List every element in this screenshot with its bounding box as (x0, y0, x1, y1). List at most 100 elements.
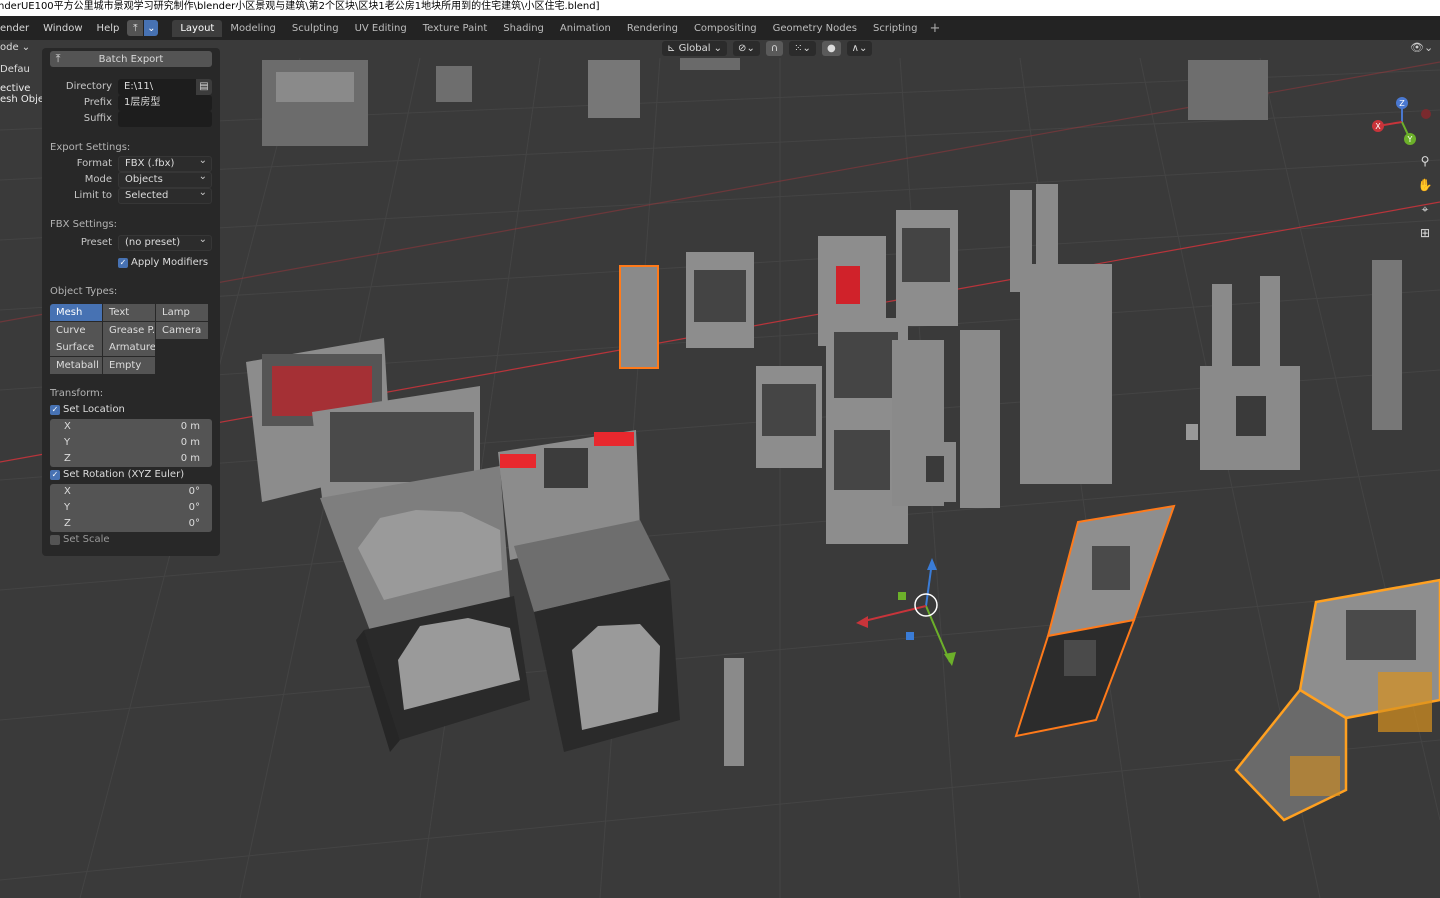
tab-geometry-nodes[interactable]: Geometry Nodes (765, 20, 865, 37)
tab-rendering[interactable]: Rendering (619, 20, 686, 37)
object-types-label: Object Types: (50, 286, 118, 297)
menu-help[interactable]: Help (97, 23, 120, 34)
set-rotation-checkbox[interactable]: ✓ Set Rotation (XYZ Euler) (50, 469, 184, 480)
falloff-dropdown[interactable]: ∧ ⌄ (846, 41, 873, 56)
pivot-point-button[interactable]: ⊘ ⌄ (733, 41, 760, 56)
mode-selector[interactable]: ode ⌄ (0, 42, 30, 53)
tab-layout[interactable]: Layout (172, 19, 223, 37)
snap-toggle[interactable]: ∩ (765, 41, 784, 56)
limit-row: Limit to Selected (50, 188, 212, 204)
export-icon[interactable]: ⤒ (127, 20, 144, 36)
tab-modeling[interactable]: Modeling (222, 20, 284, 37)
main-building (246, 338, 680, 752)
wall-panels (619, 184, 1402, 544)
snap-target-dropdown[interactable]: ⁙ ⌄ (789, 41, 816, 56)
gizmo-y-label: Y (1407, 135, 1413, 144)
prefix-row: Prefix 1层房型 (50, 95, 212, 111)
tab-uv-editing[interactable]: UV Editing (347, 20, 415, 37)
export-icon: ⤒ (55, 52, 61, 65)
link-icon: ⊘ (738, 43, 747, 54)
menu-window[interactable]: Window (43, 23, 82, 34)
outliner-peek: Defau ective esh Objec (0, 64, 42, 122)
export-settings-label: Export Settings: (50, 142, 131, 153)
outliner-item[interactable]: esh Objec (0, 94, 42, 105)
folder-icon[interactable]: ▤ (196, 79, 212, 95)
limit-dropdown[interactable]: Selected (118, 188, 212, 204)
orientation-dropdown[interactable]: ⊾ Global ⌄ (662, 41, 728, 56)
outliner-item[interactable]: Defau (0, 64, 42, 75)
hand-pan-icon[interactable]: ✋ (1416, 178, 1434, 202)
small-post (724, 658, 744, 766)
preset-dropdown[interactable]: (no preset) (118, 235, 212, 251)
batch-export-header[interactable]: ⤒ Batch Export (50, 51, 212, 67)
format-row: Format FBX (.fbx) (50, 156, 212, 172)
dot-circle-icon: ● (826, 43, 836, 54)
object-type-curve[interactable]: Curve (50, 321, 102, 339)
suffix-row: Suffix (50, 111, 212, 127)
location-z-field[interactable]: Z 0 m (50, 451, 212, 467)
chevron-down-icon[interactable]: ⌄ (144, 20, 159, 36)
distant-buildings (262, 58, 1268, 146)
format-dropdown[interactable]: FBX (.fbx) (118, 156, 212, 172)
camera-icon[interactable]: ⌖ (1416, 202, 1434, 226)
proportional-edit-toggle[interactable]: ● (821, 41, 841, 56)
apply-modifiers-checkbox[interactable]: ✓ Apply Modifiers (118, 257, 208, 268)
transform-label: Transform: (50, 388, 104, 399)
gizmo-z-label: Z (1399, 99, 1405, 108)
navigation-gizmo[interactable]: Z X Y (1366, 94, 1436, 154)
object-type-mesh[interactable]: Mesh (50, 304, 102, 321)
axes-icon: ⊾ (667, 43, 676, 54)
object-type-surface[interactable]: Surface (50, 339, 102, 356)
checkmark-icon: ✓ (50, 404, 60, 415)
tab-scripting[interactable]: Scripting (865, 20, 925, 37)
preset-row: Preset (no preset) (50, 235, 212, 251)
gizmo-x-label: X (1375, 122, 1381, 131)
menu-render[interactable]: ender (0, 23, 29, 34)
object-type-camera[interactable]: Camera (156, 321, 208, 339)
object-type-lamp[interactable]: Lamp (156, 304, 208, 321)
grid-snap-icon: ⁙ (794, 43, 803, 54)
prefix-field[interactable]: 1层房型 (118, 95, 212, 111)
checkmark-icon: ✓ (118, 257, 128, 268)
object-type-text[interactable]: Text (103, 304, 155, 321)
mode-dropdown[interactable]: Objects (118, 172, 212, 188)
rotation-y-field[interactable]: Y 0° (50, 500, 212, 516)
set-location-checkbox[interactable]: ✓ Set Location (50, 404, 125, 415)
outliner-item[interactable]: ective (0, 83, 42, 94)
selected-wall-tall (1014, 504, 1176, 738)
tab-texture-paint[interactable]: Texture Paint (415, 20, 496, 37)
window-title: nderUE100平方公里城市景观学习研究制作\blender小区景观与建筑\第… (0, 0, 1440, 16)
checkbox-empty-icon (50, 534, 60, 545)
zoom-icon[interactable]: ⚲ (1416, 154, 1434, 178)
location-x-field[interactable]: X 0 m (50, 419, 212, 435)
rotation-z-field[interactable]: Z 0° (50, 516, 212, 532)
add-workspace-button[interactable]: + (929, 21, 940, 36)
grid-view-icon[interactable]: ⊞ (1416, 226, 1434, 250)
export-button-group: ⤒ ⌄ (127, 20, 159, 36)
navigation-tools: ⚲ ✋ ⌖ ⊞ (1416, 154, 1434, 250)
transform-controls: ⊾ Global ⌄ ⊘ ⌄ ∩ ⁙ ⌄ ● ∧ ⌄ (662, 41, 873, 56)
checkmark-icon: ✓ (50, 469, 60, 480)
object-type-empty[interactable]: Empty (103, 356, 155, 374)
object-type-grease-pencil[interactable]: Grease P... (103, 321, 155, 339)
rotation-x-field[interactable]: X 0° (50, 484, 212, 500)
location-y-field[interactable]: Y 0 m (50, 435, 212, 451)
tab-sculpting[interactable]: Sculpting (284, 20, 347, 37)
tab-animation[interactable]: Animation (552, 20, 619, 37)
fbx-settings-label: FBX Settings: (50, 219, 118, 230)
top-menubar: ender Window Help ⤒ ⌄ Layout Modeling Sc… (0, 16, 1440, 40)
object-types-grid: Mesh Text Lamp Curve Grease P... Camera … (50, 304, 212, 374)
tab-compositing[interactable]: Compositing (686, 20, 765, 37)
directory-row: Directory E:\11\ ▤ (50, 79, 212, 95)
workspace-tabs: Layout Modeling Sculpting UV Editing Tex… (172, 19, 940, 37)
visibility-icon[interactable]: 👁⌄ (1410, 41, 1433, 54)
object-type-metaball[interactable]: Metaball (50, 356, 102, 374)
selected-staircase (1234, 578, 1440, 822)
set-scale-checkbox[interactable]: Set Scale (50, 534, 110, 545)
mode-row: Mode Objects (50, 172, 212, 188)
tab-shading[interactable]: Shading (495, 20, 552, 37)
object-type-armature[interactable]: Armature (103, 339, 155, 356)
object-transform-gizmo (856, 558, 956, 666)
falloff-curve-icon: ∧ (851, 43, 859, 54)
suffix-field[interactable] (118, 111, 212, 127)
